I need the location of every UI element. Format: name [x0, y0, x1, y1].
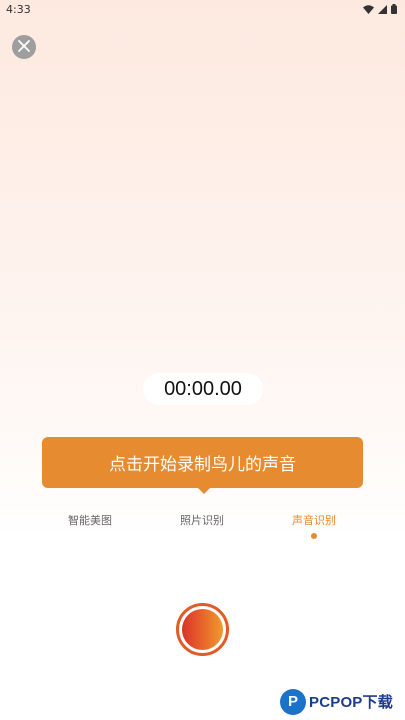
- record-icon: [182, 609, 223, 650]
- watermark-logo: P: [280, 688, 306, 715]
- status-bar: 4:33: [0, 0, 405, 18]
- mode-tabs: 智能美图 照片识别 声音识别: [0, 512, 405, 542]
- tab-sound-recognition[interactable]: 声音识别: [274, 512, 354, 539]
- tab-smart-beautify[interactable]: 智能美图: [50, 512, 130, 528]
- status-time: 4:33: [6, 2, 31, 16]
- status-icons: [363, 4, 397, 14]
- wifi-icon: [363, 4, 374, 14]
- watermark: P PCPOP下载: [280, 683, 405, 720]
- close-button[interactable]: [12, 35, 36, 59]
- signal-icon: [378, 4, 387, 14]
- prompt-arrow: [197, 487, 211, 494]
- tab-label: 照片识别: [180, 514, 224, 527]
- tab-photo-recognition[interactable]: 照片识别: [162, 512, 242, 528]
- record-prompt-banner: 点击开始录制鸟儿的声音: [42, 437, 363, 488]
- record-button[interactable]: [176, 603, 229, 656]
- record-prompt-text: 点击开始录制鸟儿的声音: [109, 455, 296, 475]
- watermark-text: PCPOP下载: [309, 694, 393, 711]
- battery-icon: [391, 4, 397, 14]
- tab-label: 声音识别: [292, 514, 336, 527]
- active-tab-indicator: [311, 533, 317, 539]
- tab-label: 智能美图: [68, 514, 112, 527]
- close-icon: [17, 38, 31, 57]
- recording-timer: 00:00.00: [143, 373, 263, 405]
